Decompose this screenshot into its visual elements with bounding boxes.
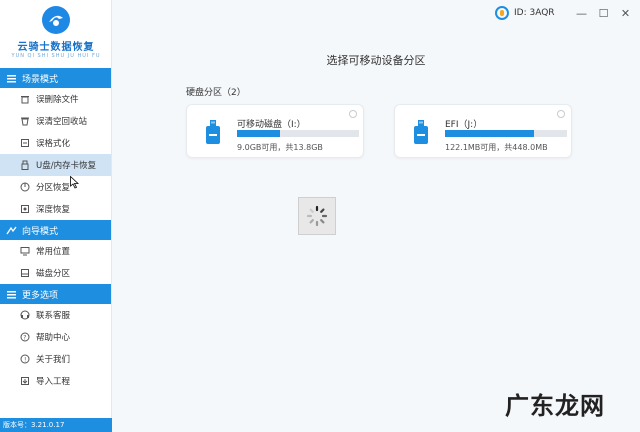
- sidebar-item-about-us[interactable]: ! 关于我们: [0, 348, 111, 370]
- user-avatar-icon: [495, 6, 509, 20]
- partition-section-label: 硬盘分区（2）: [186, 88, 246, 98]
- section-header-wizard-mode[interactable]: 向导模式: [0, 220, 111, 240]
- usb-drive-icon: [206, 120, 220, 144]
- section-title: 向导模式: [22, 226, 59, 237]
- svg-text:?: ?: [23, 335, 26, 342]
- drive-usage-bar: [237, 130, 359, 137]
- titlebar: ID: 3AQR — ☐ ✕: [112, 0, 640, 30]
- sidebar-item-contact-support[interactable]: 联系客服: [0, 304, 111, 326]
- minimize-button[interactable]: —: [576, 8, 587, 19]
- sidebar-item-partition-recovery[interactable]: 分区恢复: [0, 176, 111, 198]
- sidebar-item-label: U盘/内存卡恢复: [36, 161, 97, 171]
- sidebar-item-deep-recovery[interactable]: 深度恢复: [0, 198, 111, 220]
- wizard-icon: [6, 225, 17, 236]
- user-id-area[interactable]: ID: 3AQR: [495, 6, 555, 20]
- drive-usage-bar: [445, 130, 567, 137]
- sidebar-item-usb-recovery[interactable]: U盘/内存卡恢复: [0, 154, 111, 176]
- sidebar-item-format[interactable]: 误格式化: [0, 132, 111, 154]
- sidebar-item-import-project[interactable]: 导入工程: [0, 370, 111, 392]
- section-title: 更多选项: [22, 290, 59, 301]
- version-label: 版本号：3.21.0.17: [0, 418, 112, 432]
- list-icon: [6, 73, 17, 84]
- app-title: 云骑士数据恢复: [17, 42, 95, 53]
- drive-name: 可移动磁盘（I:）: [237, 120, 306, 130]
- sidebar-item-help-center[interactable]: ? 帮助中心: [0, 326, 111, 348]
- watermark: 广东龙网: [505, 391, 605, 420]
- menu-icon: [6, 289, 17, 300]
- section-header-more-options[interactable]: 更多选项: [0, 284, 111, 304]
- drive-capacity: 122.1MB可用，共448.0MB: [445, 143, 548, 152]
- drive-name: EFI（J:）: [445, 120, 483, 130]
- sidebar-item-disk-partition[interactable]: 磁盘分区: [0, 262, 111, 284]
- disk-icon: [20, 268, 30, 278]
- sidebar-item-label: 误格式化: [36, 139, 71, 149]
- sidebar-item-label: 导入工程: [36, 377, 71, 387]
- help-icon: ?: [20, 332, 30, 342]
- deep-scan-icon: [20, 204, 30, 214]
- monitor-icon: [20, 246, 30, 256]
- sidebar-item-recycle-bin[interactable]: 误清空回收站: [0, 110, 111, 132]
- sidebar-item-label: 联系客服: [36, 311, 71, 321]
- logo-area: 云骑士数据恢复 YUN QI SHI SHU JU HUI FU: [0, 0, 111, 68]
- section-header-scene-mode[interactable]: 场景模式: [0, 68, 111, 88]
- sidebar: 云骑士数据恢复 YUN QI SHI SHU JU HUI FU 场景模式 误删…: [0, 0, 112, 432]
- drive-usage-fill: [237, 130, 280, 137]
- recycle-bin-icon: [20, 116, 30, 126]
- sidebar-item-label: 关于我们: [36, 355, 71, 365]
- import-icon: [20, 376, 30, 386]
- loading-spinner: [298, 197, 336, 235]
- sidebar-item-label: 磁盘分区: [36, 269, 71, 279]
- drive-card-efi[interactable]: EFI（J:） 122.1MB可用，共448.0MB: [394, 104, 572, 158]
- drive-usage-fill: [445, 130, 535, 137]
- section-title: 场景模式: [22, 74, 59, 85]
- sidebar-item-label: 误清空回收站: [36, 117, 88, 127]
- sidebar-item-deleted-files[interactable]: 误删除文件: [0, 88, 111, 110]
- sidebar-item-label: 误删除文件: [36, 95, 79, 105]
- close-button[interactable]: ✕: [620, 8, 631, 19]
- sidebar-item-label: 深度恢复: [36, 205, 71, 215]
- sidebar-item-common-locations[interactable]: 常用位置: [0, 240, 111, 262]
- info-icon: !: [20, 354, 30, 364]
- partition-icon: [20, 182, 30, 192]
- drive-select-radio[interactable]: [557, 110, 565, 118]
- mouse-cursor-icon: [70, 176, 79, 189]
- page-title: 选择可移动设备分区: [326, 54, 426, 67]
- format-icon: [20, 138, 30, 148]
- drive-select-radio[interactable]: [349, 110, 357, 118]
- maximize-button[interactable]: ☐: [598, 8, 609, 19]
- logo-icon: [42, 6, 70, 34]
- headset-icon: [20, 310, 30, 320]
- svg-text:!: !: [24, 357, 26, 364]
- usb-drive-icon: [20, 160, 30, 170]
- usb-drive-icon: [414, 120, 428, 144]
- sidebar-item-label: 分区恢复: [36, 183, 71, 193]
- user-id: ID: 3AQR: [514, 8, 555, 18]
- sidebar-item-label: 常用位置: [36, 247, 71, 257]
- drive-card-removable[interactable]: 可移动磁盘（I:） 9.0GB可用，共13.8GB: [186, 104, 364, 158]
- loading-spinner-icon: [306, 205, 328, 227]
- app-subtitle: YUN QI SHI SHU JU HUI FU: [11, 53, 101, 59]
- trash-icon: [20, 94, 30, 104]
- sidebar-item-label: 帮助中心: [36, 333, 71, 343]
- drive-capacity: 9.0GB可用，共13.8GB: [237, 143, 323, 152]
